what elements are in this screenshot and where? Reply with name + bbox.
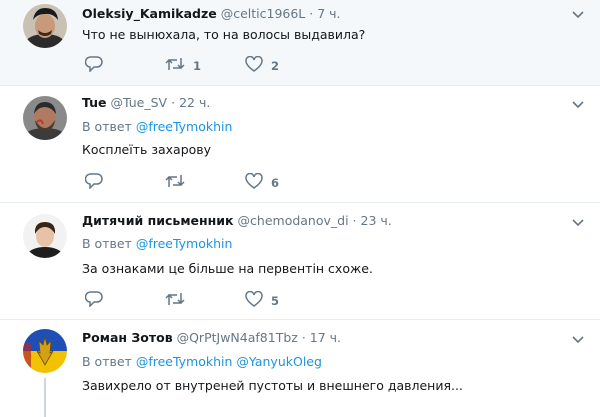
separator-dot: · — [301, 330, 306, 345]
tweet-actions: 5 — [84, 290, 345, 311]
avatar[interactable] — [23, 329, 67, 373]
tweet[interactable]: Роман Зотов @QrPtJwN4af81Tbz · 17 ч. В о… — [0, 320, 600, 417]
author-name[interactable]: Дитячий письменник — [82, 213, 234, 228]
reply-context: В ответ @freeTymokhin @YanyukOleg — [82, 354, 322, 370]
reply-icon — [84, 173, 103, 193]
retweet-icon — [165, 56, 185, 76]
chevron-down-icon[interactable] — [570, 7, 586, 23]
retweet-button[interactable]: 1 — [165, 57, 201, 75]
like-button[interactable]: 5 — [245, 290, 280, 311]
tweet[interactable]: Oleksiy_Kamikadze @celtic1966L · 7 ч. Чт… — [0, 0, 600, 86]
tweet-actions: 6 — [84, 172, 345, 193]
chevron-down-icon[interactable] — [570, 97, 586, 113]
retweet-icon — [165, 173, 185, 193]
tweet-text: Завихрело от внутреней пустоты и внешнег… — [82, 378, 463, 393]
tweet-actions: 1 2 — [84, 55, 345, 76]
chevron-down-icon[interactable] — [570, 332, 586, 348]
like-button[interactable]: 2 — [245, 55, 280, 76]
reply-mention-link[interactable]: @YanyukOleg — [236, 354, 322, 369]
author-name[interactable]: Oleksiy_Kamikadze — [82, 6, 217, 21]
tweet-time[interactable]: 22 ч. — [179, 95, 210, 110]
reply-mention-link[interactable]: @freeTymokhin — [136, 236, 233, 251]
tweet-text: За ознаками це більше на первентін схоже… — [82, 261, 373, 276]
reply-prefix: В ответ — [82, 236, 132, 251]
separator-dot: · — [171, 95, 176, 110]
author-handle[interactable]: @Tue_SV — [111, 95, 168, 110]
tweet-text: Что не вынюхала, то на волосы выдавила? — [82, 27, 366, 42]
like-count: 2 — [271, 59, 280, 73]
like-count: 5 — [271, 294, 280, 308]
like-button[interactable]: 6 — [245, 172, 280, 193]
avatar[interactable] — [23, 96, 67, 140]
retweet-icon — [165, 291, 185, 311]
avatar[interactable] — [23, 214, 67, 258]
reply-context: В ответ @freeTymokhin — [82, 236, 232, 252]
author-handle[interactable]: @chemodanov_di — [238, 213, 349, 228]
retweet-count: 1 — [193, 59, 202, 73]
reply-icon — [84, 56, 103, 76]
reply-prefix: В ответ — [82, 119, 132, 134]
author-name[interactable]: Tue — [82, 95, 107, 110]
avatar[interactable] — [23, 4, 67, 48]
reply-mention-link[interactable]: @freeTymokhin — [136, 119, 233, 134]
author-handle[interactable]: @celtic1966L — [221, 6, 306, 21]
retweet-button[interactable] — [165, 292, 185, 310]
thread-line — [44, 378, 46, 417]
reply-button[interactable] — [84, 173, 103, 193]
like-count: 6 — [271, 176, 280, 190]
author-handle[interactable]: @QrPtJwN4af81Tbz — [177, 330, 298, 345]
heart-icon — [245, 172, 263, 193]
reply-button[interactable] — [84, 291, 103, 311]
reply-context: В ответ @freeTymokhin — [82, 119, 232, 135]
reply-prefix: В ответ — [82, 354, 132, 369]
reply-button[interactable] — [84, 56, 103, 76]
reply-mention-link[interactable]: @freeTymokhin — [136, 354, 233, 369]
separator-dot: · — [352, 213, 357, 228]
reply-icon — [84, 291, 103, 311]
tweet-text: Косплеїть захарову — [82, 142, 212, 157]
tweet-time[interactable]: 17 ч. — [310, 330, 341, 345]
tweet-time[interactable]: 7 ч. — [317, 6, 340, 21]
separator-dot: · — [309, 6, 314, 21]
tweet-time[interactable]: 23 ч. — [361, 213, 392, 228]
tweet[interactable]: Дитячий письменник @chemodanov_di · 23 ч… — [0, 203, 600, 320]
heart-icon — [245, 290, 263, 311]
heart-icon — [245, 55, 263, 76]
author-name[interactable]: Роман Зотов — [82, 330, 173, 345]
tweet[interactable]: Tue @Tue_SV · 22 ч. В ответ @freeTymokhi… — [0, 86, 600, 203]
retweet-button[interactable] — [165, 174, 185, 192]
chevron-down-icon[interactable] — [570, 215, 586, 231]
